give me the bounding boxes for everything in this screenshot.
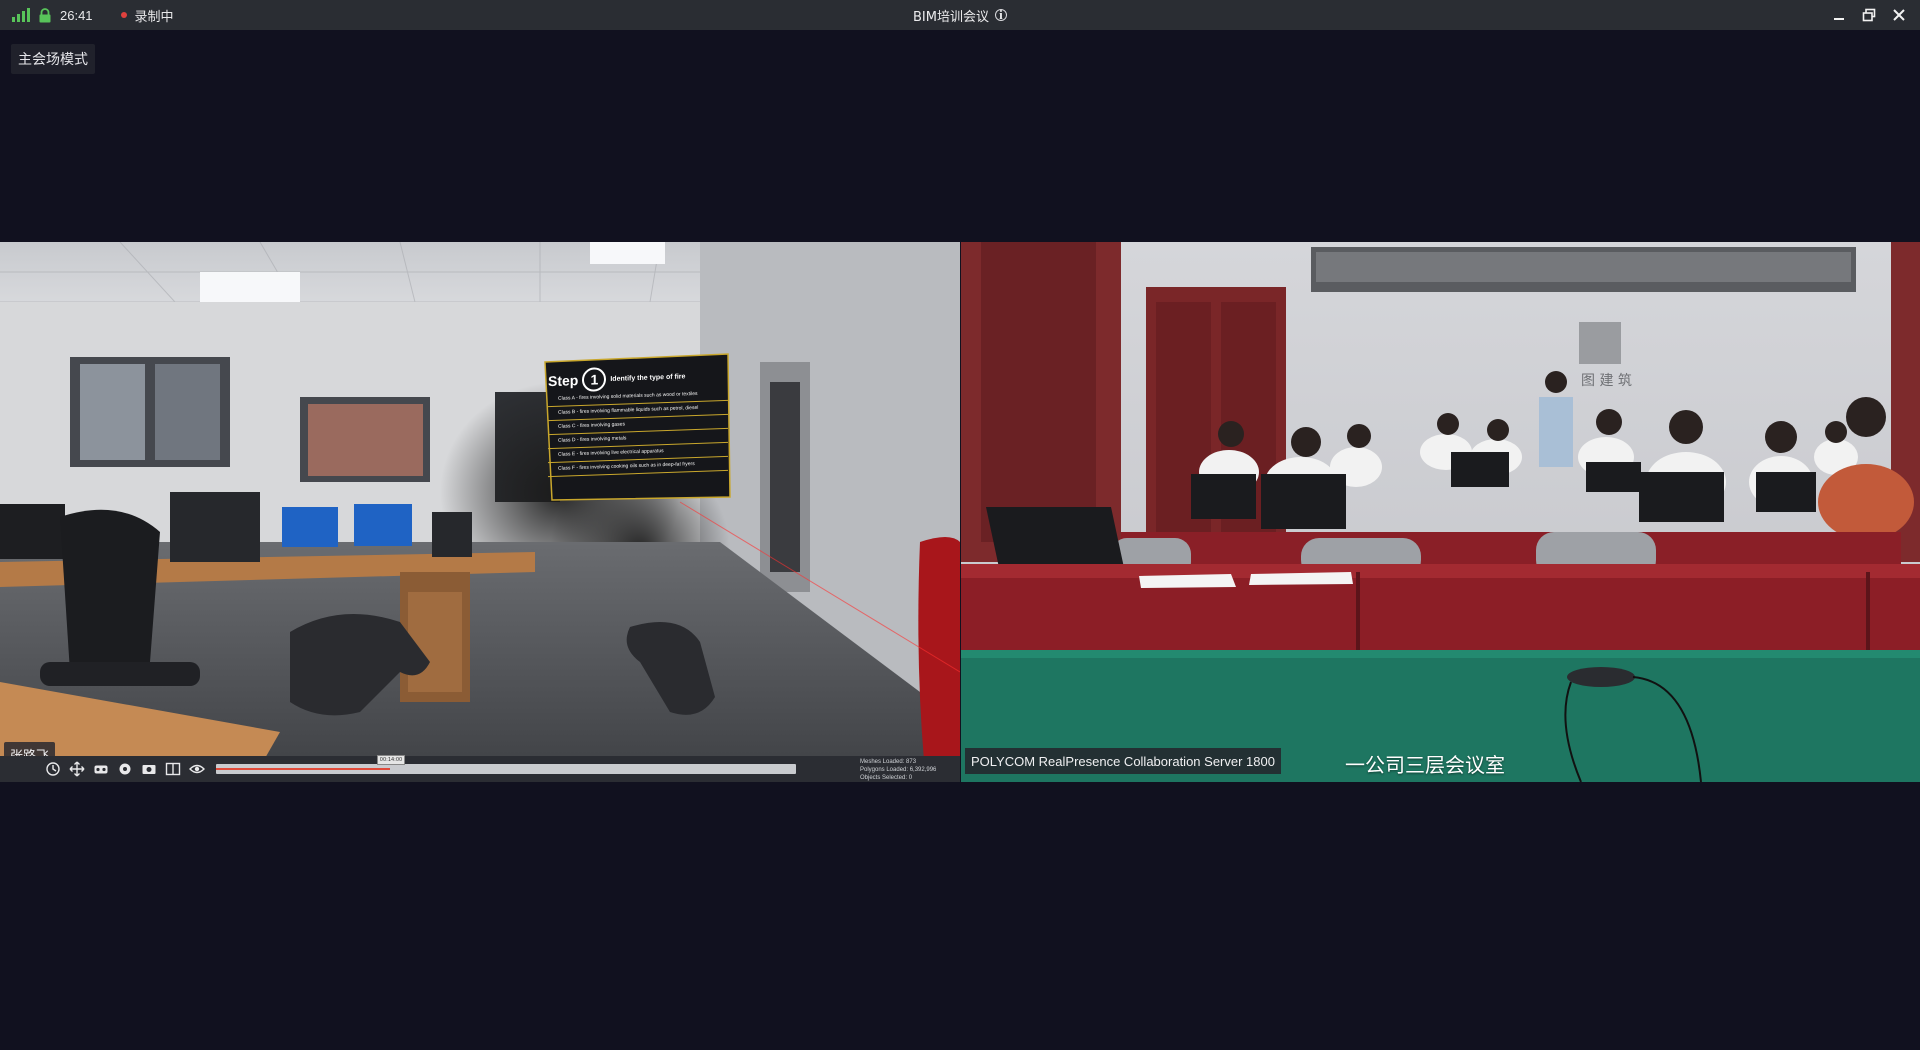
fire-class-list: Class A - fires involving solid material… <box>548 386 728 478</box>
vr-step-panel: Step 1 Identify the type of fire Class A… <box>548 363 728 478</box>
meeting-duration: 26:41 <box>60 7 93 23</box>
view-icon[interactable] <box>188 760 206 778</box>
minimize-icon <box>1834 18 1844 20</box>
server-label: POLYCOM RealPresence Collaboration Serve… <box>965 748 1281 774</box>
split-icon[interactable] <box>164 760 182 778</box>
mode-label: 主会场模式 <box>18 52 88 68</box>
server-label-text: POLYCOM RealPresence Collaboration Serve… <box>971 753 1275 769</box>
window-controls <box>1824 0 1914 30</box>
vr-stat-line: Polygons Loaded: 6,392,996 <box>860 767 937 773</box>
vr-toolbar: 00:14:00 Meshes Loaded: 873 Polygons Load… <box>0 755 960 782</box>
status-area: 26:41 录制中 <box>0 0 174 30</box>
lock-icon[interactable] <box>38 7 52 23</box>
timeline-handle[interactable]: 00:14:00 <box>377 755 405 765</box>
signal-icon[interactable] <box>12 8 30 22</box>
mode-badge[interactable]: 主会场模式 <box>11 44 95 74</box>
settings-icon[interactable] <box>116 760 134 778</box>
vr-stat-line: Objects Selected: 0 <box>860 775 913 781</box>
vr-timeline[interactable]: 00:14:00 <box>216 755 796 774</box>
meeting-title: BIM培训会议 <box>913 9 989 25</box>
vr-tool-group <box>0 760 206 778</box>
step-number: 1 <box>582 367 607 392</box>
title-bar: 26:41 录制中 BIM培训会议 i <box>0 0 1920 30</box>
step-title: Identify the type of fire <box>610 372 686 383</box>
vr-scene-image <box>0 242 960 782</box>
minimize-button[interactable] <box>1824 0 1854 30</box>
room-label-text: 一公司三层会议室 <box>1345 752 1505 777</box>
record-icon <box>120 12 127 18</box>
vr-stat-line: Meshes Loaded: 873 <box>860 759 917 765</box>
vr-headset-icon[interactable] <box>92 760 110 778</box>
window-title: BIM培训会议 i <box>0 0 1920 30</box>
timeline-progress <box>216 768 390 770</box>
camera-icon[interactable] <box>140 760 158 778</box>
restore-button[interactable] <box>1854 0 1884 30</box>
move-icon[interactable] <box>68 760 86 778</box>
recording-status: 录制中 <box>134 9 174 25</box>
video-tile-vr[interactable]: Step 1 Identify the type of fire Class A… <box>0 242 960 782</box>
restore-icon <box>1862 8 1876 22</box>
close-icon <box>1893 9 1905 21</box>
conference-room-image: 图 建 筑 <box>961 242 1920 782</box>
close-button[interactable] <box>1884 0 1914 30</box>
step-word: Step <box>548 372 579 390</box>
svg-text:图 建 筑: 图 建 筑 <box>1581 373 1632 389</box>
history-icon[interactable] <box>44 760 62 778</box>
room-label: 一公司三层会议室 <box>1345 748 1505 778</box>
vr-stats: Meshes Loaded: 873 Polygons Loaded: 6,392… <box>860 758 956 782</box>
info-icon[interactable]: i <box>994 8 1007 21</box>
video-tile-conference-room[interactable]: 图 建 筑 POLYCOM RealPresence Collaboration… <box>961 242 1920 782</box>
